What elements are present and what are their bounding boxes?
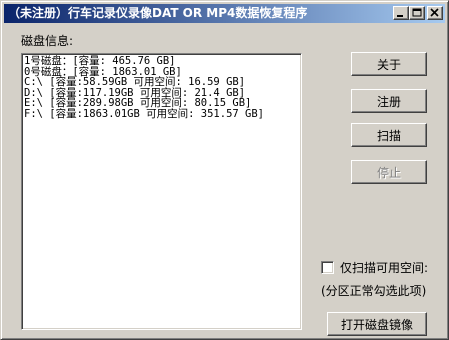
close-button[interactable]	[427, 6, 443, 20]
scan-free-space-option[interactable]: 仅扫描可用空间:	[321, 259, 428, 276]
register-button[interactable]: 注册	[351, 89, 427, 113]
close-icon	[430, 8, 439, 17]
title-bar[interactable]: （未注册）行车记录仪录像DAT OR MP4数据恢复程序	[4, 4, 445, 23]
scan-free-space-checkbox[interactable]	[321, 261, 334, 274]
open-disk-image-button[interactable]: 打开磁盘镜像	[327, 312, 427, 336]
list-item[interactable]: C:\ [容量:58.59GB 可用空间: 16.59 GB]	[24, 77, 299, 88]
disk-list[interactable]: 1号磁盘：[容量: 465.76 GB] 0号磁盘：[容量: 1863.01 G…	[21, 53, 302, 330]
window-title: （未注册）行车记录仪录像DAT OR MP4数据恢复程序	[8, 6, 308, 20]
about-button[interactable]: 关于	[351, 52, 427, 76]
scan-button[interactable]: 扫描	[351, 123, 427, 147]
list-item[interactable]: 1号磁盘：[容量: 465.76 GB]	[24, 56, 299, 67]
scan-hint-text: (分区正常勾选此项)	[321, 284, 427, 298]
stop-button[interactable]: 停止	[351, 160, 427, 184]
minimize-icon	[397, 15, 403, 17]
minimize-button[interactable]	[393, 6, 409, 20]
app-window: （未注册）行车记录仪录像DAT OR MP4数据恢复程序 磁盘信息: 1号磁盘：…	[0, 0, 449, 340]
list-item[interactable]: F:\ [容量:1863.01GB 可用空间: 351.57 GB]	[24, 108, 299, 120]
maximize-icon	[412, 8, 422, 17]
maximize-button[interactable]	[409, 6, 425, 20]
disk-info-label: 磁盘信息:	[21, 34, 74, 48]
list-item[interactable]: E:\ [容量:289.98GB 可用空间: 80.15 GB]	[24, 98, 299, 109]
scan-free-space-label: 仅扫描可用空间:	[340, 261, 429, 275]
